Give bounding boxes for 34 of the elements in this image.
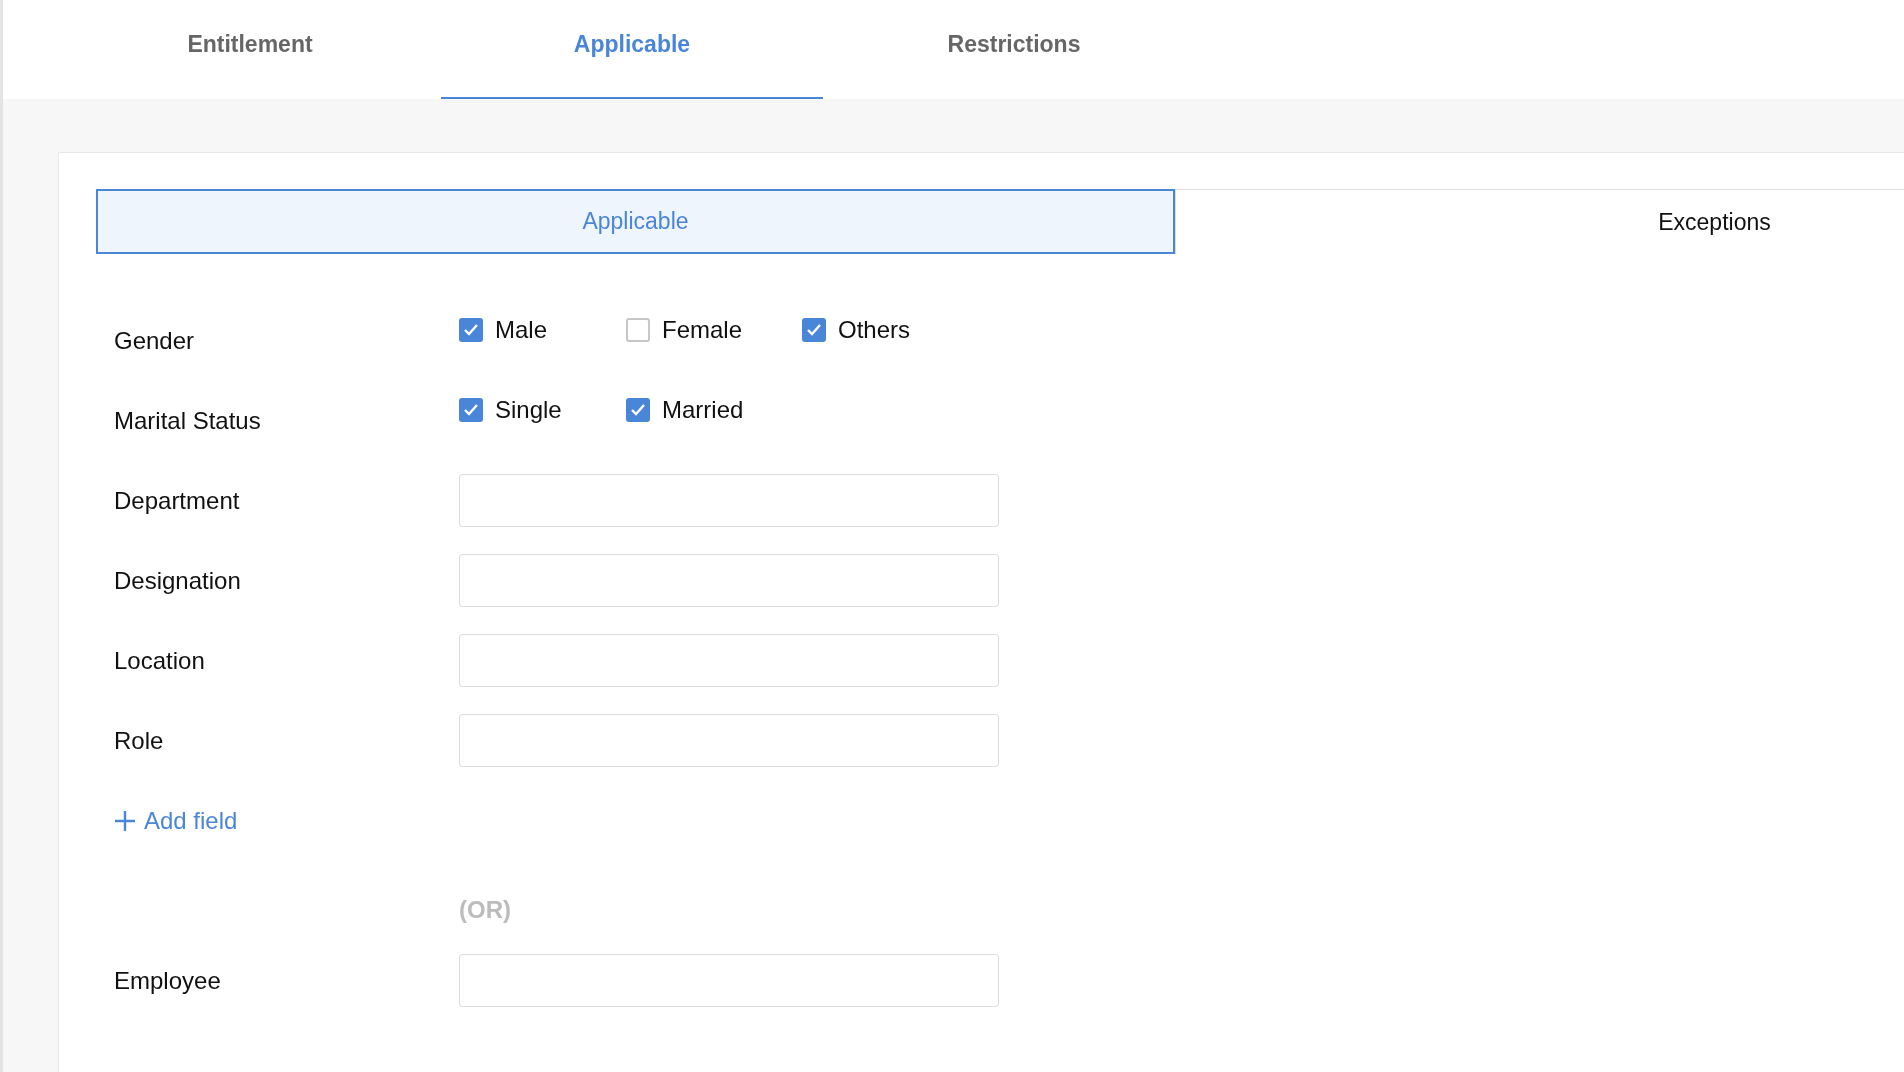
checkmark-icon <box>463 403 479 417</box>
field-label: Gender <box>114 326 196 355</box>
checkbox[interactable] <box>802 318 826 342</box>
add-field-link[interactable]: Add field <box>114 806 238 835</box>
or-separator: (OR) <box>459 895 512 924</box>
checkbox[interactable] <box>459 398 483 422</box>
input-field[interactable] <box>459 714 999 767</box>
checkbox[interactable] <box>459 318 483 342</box>
checkmark-icon <box>463 323 479 337</box>
checkbox-label: Female <box>662 316 743 344</box>
field-label: Employee <box>114 966 222 995</box>
field-label: Role <box>114 726 165 755</box>
input-field[interactable] <box>459 554 999 607</box>
checkbox-label: Others <box>838 316 911 344</box>
field-label: Location <box>114 646 206 675</box>
field-label: Department <box>114 486 241 515</box>
field-label: Designation <box>114 566 242 595</box>
checkbox-label: Single <box>495 396 562 424</box>
checkmark-icon <box>630 403 646 417</box>
tab[interactable]: Entitlement <box>59 0 441 99</box>
tab[interactable]: Applicable <box>441 0 823 99</box>
checkbox-label: Male <box>495 316 548 344</box>
field-label: Marital Status <box>114 406 262 435</box>
checkmark-icon <box>806 323 822 337</box>
sub-tab[interactable]: Applicable <box>96 189 1175 254</box>
plus-icon <box>114 809 136 832</box>
sub-tab[interactable]: Exceptions <box>1175 189 1904 254</box>
input-field[interactable] <box>459 474 999 527</box>
tab[interactable]: Restrictions <box>823 0 1205 99</box>
checkbox[interactable] <box>626 398 650 422</box>
input-field[interactable] <box>459 954 999 1007</box>
checkbox-label: Married <box>662 396 744 424</box>
input-field[interactable] <box>459 634 999 687</box>
checkbox[interactable] <box>626 318 650 342</box>
